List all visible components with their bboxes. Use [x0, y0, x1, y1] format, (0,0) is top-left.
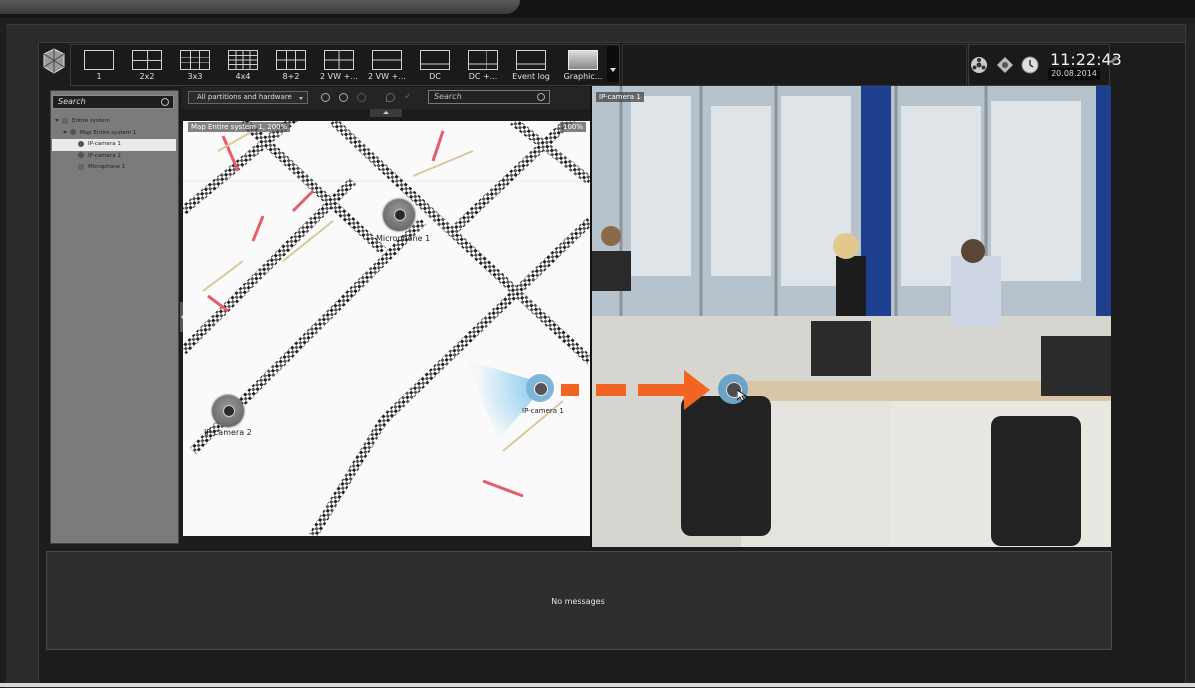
microphone-marker-icon[interactable] — [383, 199, 415, 231]
drag-arrow-dash — [596, 384, 626, 396]
drag-arrow-head-icon — [684, 370, 710, 410]
film-reel-icon[interactable] — [970, 56, 988, 74]
graphic-icon — [568, 50, 598, 70]
search-icon[interactable] — [161, 98, 169, 106]
search-placeholder: Search — [434, 92, 462, 101]
toolbar-spacer — [622, 44, 967, 86]
layout-label: 2x2 — [139, 72, 155, 81]
layout-2vw-a-icon — [324, 50, 354, 70]
layout-1-button[interactable]: 1 — [77, 48, 121, 82]
layout-label: 2 VW +... — [320, 72, 358, 81]
clock-date: 20.08.2014 — [1048, 68, 1100, 80]
tree-item-map[interactable]: Map Entire system 1 — [52, 128, 176, 140]
system-icon — [62, 117, 68, 124]
layout-label: 4x4 — [235, 72, 251, 81]
ip-camera-2-marker-icon[interactable] — [212, 395, 244, 427]
tree-item-label: IP-camera 2 — [88, 152, 121, 159]
toolbar-expand-handle[interactable] — [370, 109, 402, 117]
reset-zoom-icon[interactable] — [357, 93, 366, 102]
cursor-icon — [737, 390, 747, 402]
drag-arrow-dash — [638, 384, 686, 396]
partition-filter-select[interactable]: All partitions and hardware — [188, 91, 308, 104]
layout-2x2-button[interactable]: 2x2 — [125, 48, 169, 82]
floor-map[interactable] — [183, 121, 590, 536]
office-scene — [591, 86, 1111, 547]
ip-camera-1-label: IP-camera 1 — [522, 407, 564, 415]
map-search-input[interactable]: Search — [428, 90, 550, 104]
tree-item-ip-camera-1[interactable]: IP-camera 1 — [52, 139, 176, 151]
right-edge — [1185, 24, 1195, 683]
search-placeholder: Search — [58, 97, 86, 106]
layout-dc-plus-button[interactable]: DC +... — [461, 48, 505, 82]
tree-item-microphone-1[interactable]: Microphone 1 — [52, 162, 176, 174]
layout-label: 3x3 — [187, 72, 203, 81]
layout-8plus2-icon — [276, 50, 306, 70]
bottom-strip — [0, 683, 1195, 687]
window-tab — [0, 0, 520, 14]
video-title: IP-camera 1 — [596, 92, 644, 102]
floor-plan-drawing — [183, 121, 590, 536]
layout-label: 1 — [96, 72, 102, 81]
layout-8plus2-button[interactable]: 8+2 — [269, 48, 313, 82]
pane-divider[interactable] — [590, 86, 592, 547]
layout-2x2-icon — [132, 50, 162, 70]
layout-label: Graphic... — [563, 72, 603, 81]
layout-2vw-a-button[interactable]: 2 VW +... — [317, 48, 361, 82]
camera-icon — [78, 152, 84, 158]
tree-item-ip-camera-2[interactable]: IP-camera 2 — [52, 151, 176, 163]
drag-arrow-dash — [561, 384, 579, 396]
layout-label: 8+2 — [282, 72, 300, 81]
check-icon[interactable]: ✓ — [404, 93, 413, 102]
tree-item-entire-system[interactable]: Entire system — [52, 116, 176, 128]
tree-search-input[interactable]: Search — [52, 95, 174, 109]
microphone-label: Microphone 1 — [376, 234, 431, 243]
layout-toolbar: 1 2x2 3x3 4x4 8+2 2 VW +... 2 VW +... DC… — [70, 44, 620, 86]
search-icon[interactable] — [537, 93, 545, 101]
camera-icon — [78, 140, 84, 147]
clock-icon[interactable] — [1021, 56, 1039, 74]
layout-label: 2 VW +... — [368, 72, 406, 81]
layout-2vw-b-icon — [372, 50, 402, 70]
graphic-button[interactable]: Graphic... — [561, 48, 605, 82]
object-tree: Entire system Map Entire system 1 IP-cam… — [52, 116, 176, 174]
layout-dc-plus-icon — [468, 50, 498, 70]
undo-icon[interactable] — [386, 93, 395, 102]
tree-item-label: Map Entire system 1 — [80, 129, 137, 136]
layout-label: DC +... — [468, 72, 498, 81]
zoom-out-icon[interactable] — [339, 93, 348, 102]
map-zoom-level: 100% — [560, 122, 587, 132]
tree-item-label: IP-camera 1 — [88, 141, 121, 147]
expand-icon[interactable] — [63, 130, 67, 134]
layout-dc-button[interactable]: DC — [413, 48, 457, 82]
layout-label: DC — [429, 72, 441, 81]
map-title: Map Entire system 1, 200% — [188, 122, 291, 132]
layout-4x4-icon — [228, 50, 258, 70]
tree-item-label: Microphone 1 — [88, 164, 126, 170]
layout-1-icon — [84, 50, 114, 70]
messages-empty-text: No messages — [551, 597, 605, 606]
tree-item-label: Entire system — [72, 118, 110, 124]
more-layouts-button[interactable] — [607, 46, 619, 82]
camera-video-view[interactable] — [591, 86, 1111, 547]
zoom-in-icon[interactable] — [321, 93, 330, 102]
layout-3x3-button[interactable]: 3x3 — [173, 48, 217, 82]
ip-camera-2-label: IP-camera 2 — [204, 428, 252, 437]
map-icon — [70, 129, 76, 135]
layout-3x3-icon — [180, 50, 210, 70]
top-strip — [0, 0, 1195, 18]
network-icon[interactable] — [996, 56, 1014, 74]
microphone-icon — [78, 163, 84, 170]
layout-4x4-button[interactable]: 4x4 — [221, 48, 265, 82]
event-log-button[interactable]: Event log — [509, 48, 553, 82]
app-logo-icon — [43, 48, 65, 74]
layout-2vw-b-button[interactable]: 2 VW +... — [365, 48, 409, 82]
expand-icon[interactable] — [55, 119, 59, 122]
layout-dc-icon — [420, 50, 450, 70]
event-log-icon — [516, 50, 546, 70]
layout-label: Event log — [512, 72, 550, 81]
ip-camera-1-marker-icon[interactable] — [526, 374, 554, 402]
